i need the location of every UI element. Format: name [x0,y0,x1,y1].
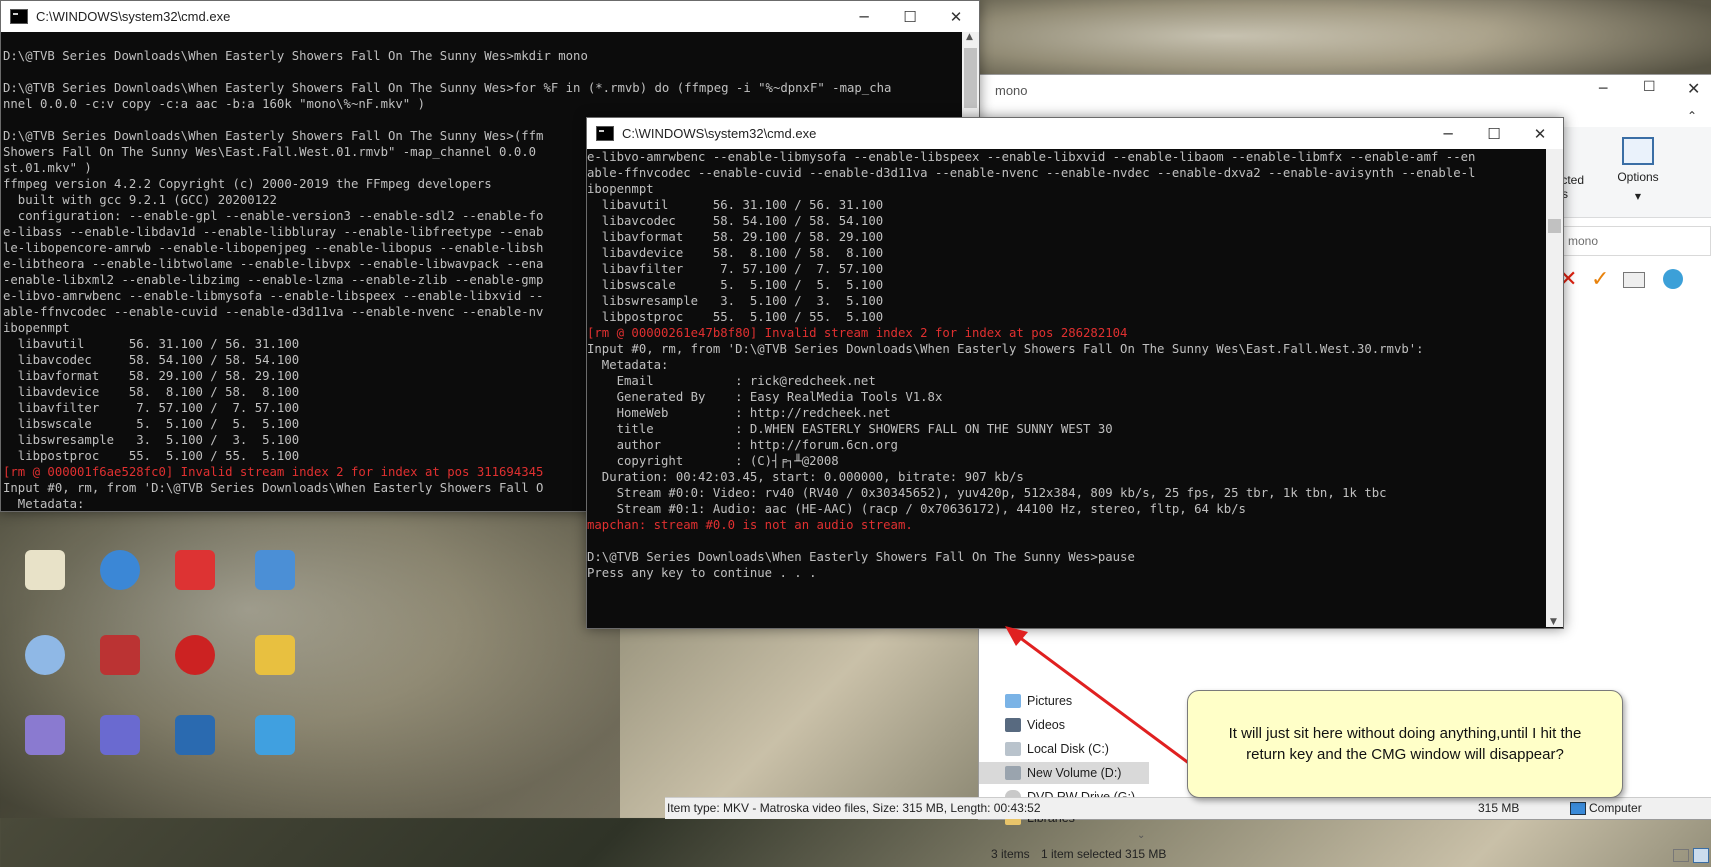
selection-info: 1 item selected 315 MB [1041,847,1167,861]
callout-text: It will just sit here without doing anyt… [1228,725,1582,763]
large-icons-view-icon[interactable] [1693,848,1709,863]
nav-scrollbar[interactable]: ⌄ [1137,830,1149,842]
annotation-callout: It will just sit here without doing anyt… [1187,690,1623,798]
item-count: 3 items [991,847,1030,861]
details-view-icon[interactable] [1673,849,1689,862]
arrow-line [1014,632,1191,766]
arrow-head [1005,626,1028,646]
status-bar: 3 items 1 item selected 315 MB [979,847,1711,867]
